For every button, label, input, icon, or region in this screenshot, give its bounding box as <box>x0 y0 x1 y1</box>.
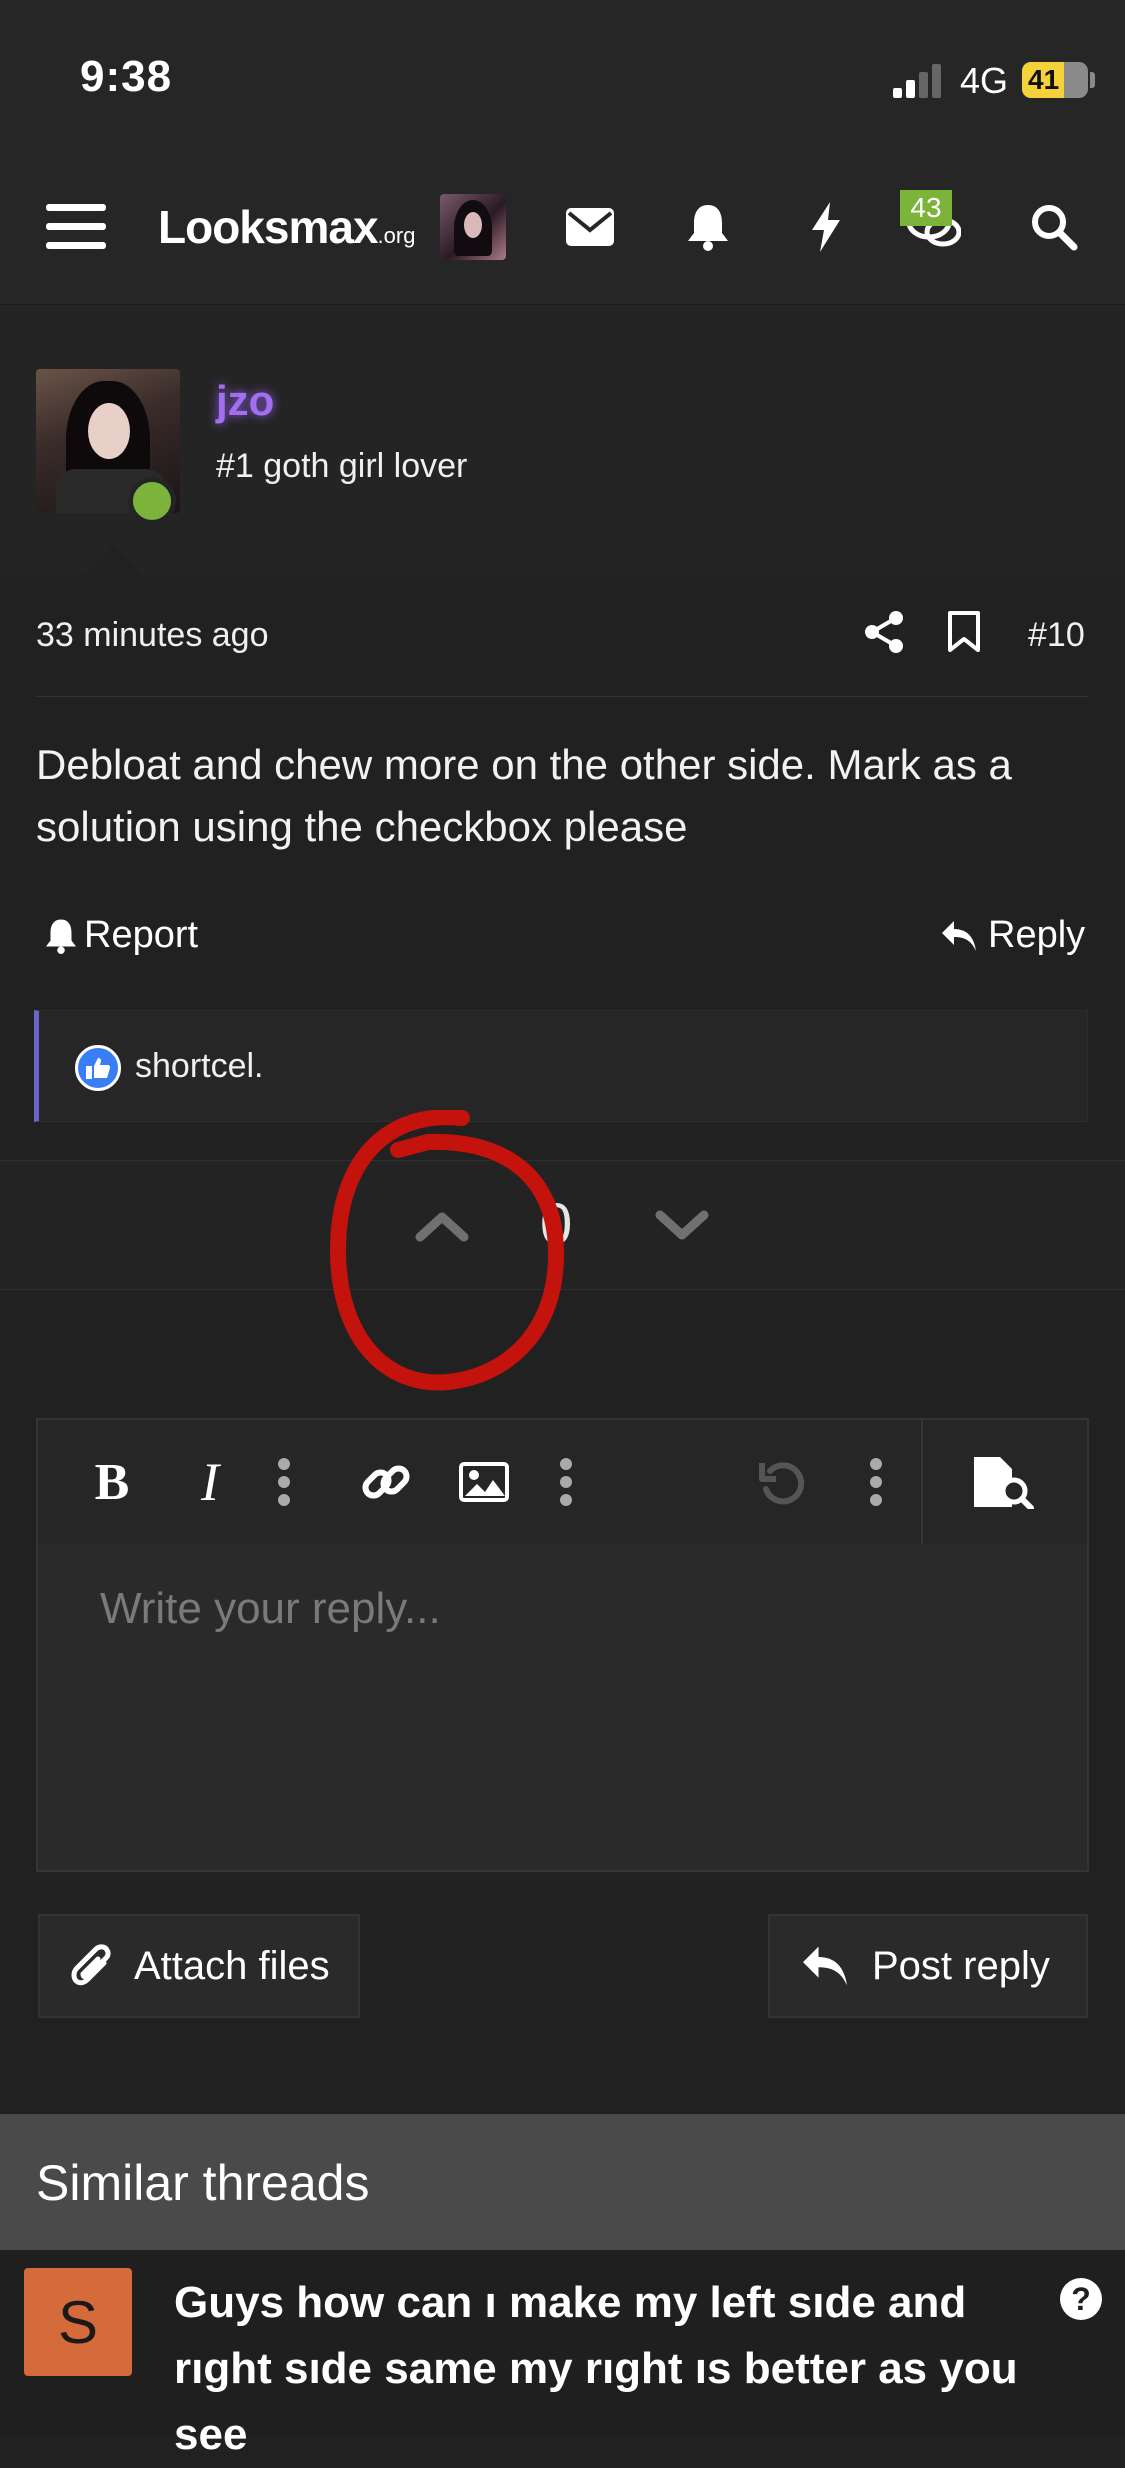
post-timestamp[interactable]: 33 minutes ago <box>36 616 269 655</box>
battery-level: 41 <box>1028 64 1060 95</box>
divider <box>36 696 1089 697</box>
reactions-bar[interactable]: shortcel. <box>34 1010 1088 1122</box>
online-status-indicator <box>128 477 176 525</box>
bookmark-icon[interactable] <box>946 610 982 659</box>
similar-threads-header: Similar threads <box>0 2114 1125 2250</box>
post-reply-button[interactable]: Post reply <box>768 1914 1088 2018</box>
reply-label: Reply <box>988 914 1086 956</box>
bold-icon[interactable]: B <box>82 1450 142 1514</box>
search-icon[interactable] <box>1022 195 1086 259</box>
signal-icon <box>893 64 941 98</box>
preview-icon[interactable] <box>968 1450 1038 1514</box>
italic-icon[interactable]: I <box>180 1450 240 1514</box>
report-button[interactable]: Report <box>44 914 198 957</box>
vote-bar: 0 <box>0 1160 1125 1290</box>
link-icon[interactable] <box>354 1450 418 1514</box>
more-tools-icon[interactable] <box>856 1450 896 1514</box>
bell-icon <box>46 919 76 954</box>
clock: 9:38 <box>80 52 173 101</box>
reply-editor: B I Write your reply... <box>36 1418 1089 1872</box>
question-icon: ? <box>1060 2278 1102 2320</box>
logo-text: Looksmax <box>158 201 379 253</box>
undo-icon[interactable] <box>752 1450 812 1514</box>
post-number-link[interactable]: #10 <box>1028 616 1085 655</box>
user-avatar[interactable] <box>440 194 506 260</box>
section-title: Similar threads <box>36 2155 370 2211</box>
downvote-chevron-icon[interactable] <box>650 1201 714 1251</box>
battery-icon: 41 <box>1022 62 1088 98</box>
thread-list-item[interactable]: S Guys how can ı make my left sıde and r… <box>0 2250 1125 2459</box>
author-username[interactable]: jzo <box>216 377 274 425</box>
attach-label: Attach files <box>134 1943 330 1988</box>
header-pointer <box>84 545 144 577</box>
post-author-header: jzo #1 goth girl lover <box>0 305 1125 577</box>
more-insert-icon[interactable] <box>546 1450 586 1514</box>
editor-toolbar: B I <box>38 1420 1087 1544</box>
share-icon[interactable] <box>862 610 906 659</box>
reply-icon <box>803 1946 847 1986</box>
envelope-icon[interactable] <box>558 195 622 259</box>
battery-tip <box>1090 72 1095 88</box>
menu-icon[interactable] <box>44 195 108 259</box>
logo-suffix: .org <box>377 223 416 248</box>
post-message: Debloat and chew more on the other side.… <box>36 741 1012 850</box>
reaction-user[interactable]: shortcel. <box>135 1047 264 1086</box>
reply-button[interactable]: Reply <box>940 914 1085 957</box>
paperclip-icon <box>71 1944 111 1986</box>
toolbar-separator <box>921 1420 923 1544</box>
like-icon <box>75 1045 121 1091</box>
top-nav: Looksmax.org 43 <box>0 150 1125 305</box>
attach-files-button[interactable]: Attach files <box>38 1914 360 2018</box>
report-label: Report <box>84 914 199 956</box>
vote-score: 0 <box>540 1192 573 1257</box>
bell-icon[interactable] <box>676 195 740 259</box>
site-logo[interactable]: Looksmax.org <box>158 200 415 254</box>
author-title: #1 goth girl lover <box>216 447 468 485</box>
thread-title[interactable]: Guys how can ı make my left sıde and rıg… <box>174 2270 1074 2468</box>
upvote-chevron-icon[interactable] <box>410 1201 474 1251</box>
conversations-badge: 43 <box>900 190 952 226</box>
status-bar: 9:38 4G 41 <box>0 0 1125 150</box>
post-reply-label: Post reply <box>872 1943 1050 1988</box>
thread-author-avatar[interactable]: S <box>24 2268 132 2376</box>
reply-icon <box>942 920 976 951</box>
network-label: 4G <box>960 60 1009 101</box>
reply-input[interactable]: Write your reply... <box>100 1584 441 1634</box>
image-icon[interactable] <box>452 1450 516 1514</box>
more-options-icon[interactable] <box>264 1450 304 1514</box>
bolt-icon[interactable] <box>794 195 858 259</box>
